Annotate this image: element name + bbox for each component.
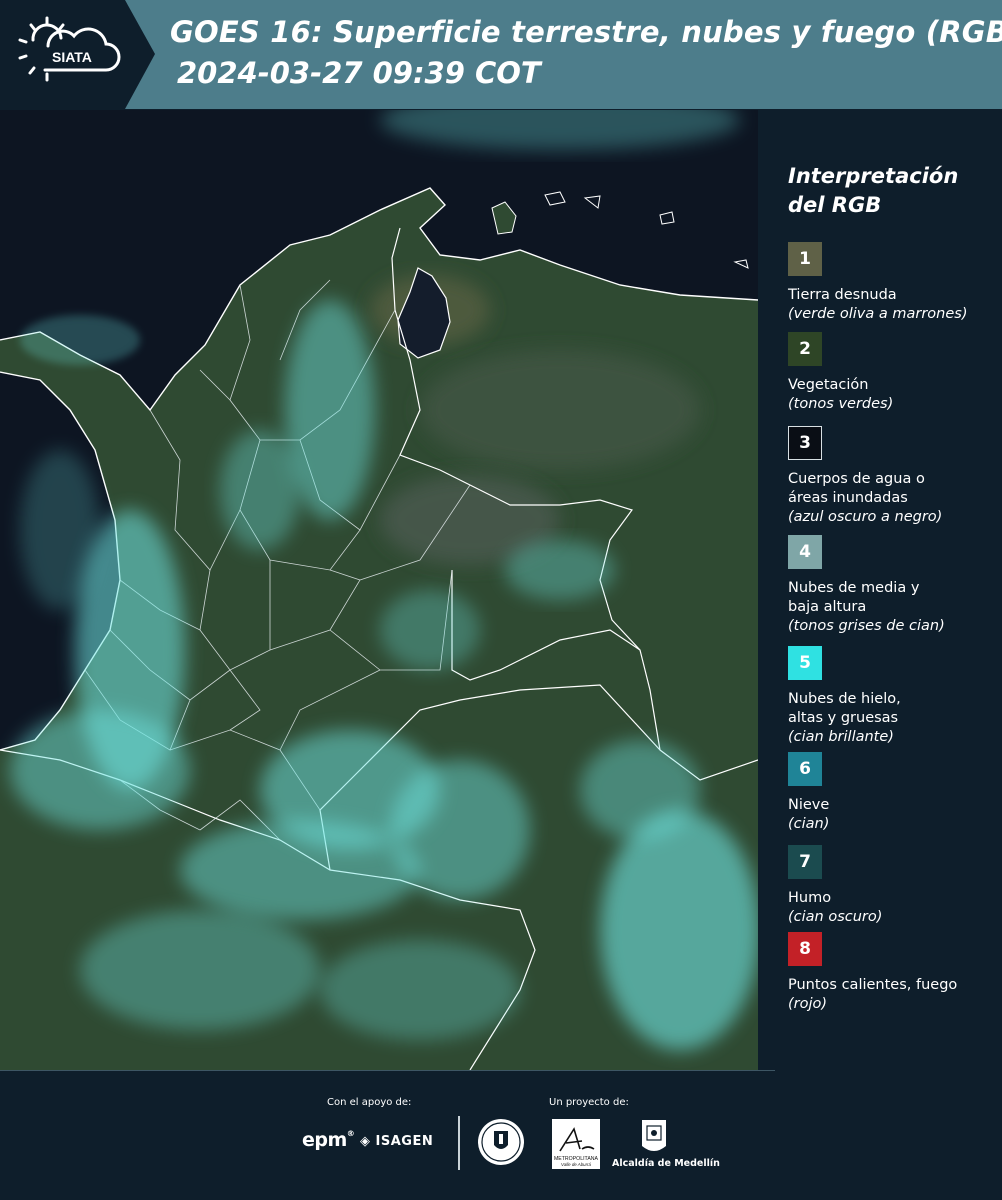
legend-hint: (verde oliva a marrones)	[788, 306, 968, 322]
university-seal-logo	[478, 1119, 524, 1165]
legend-item-5: 5 Nubes de hielo, altas y gruesas (cian br…	[788, 646, 988, 747]
legend-hint: (cian brillante)	[788, 729, 894, 745]
legend-label: Nubes de hielo, altas y gruesas	[788, 691, 901, 726]
isagen-logo: ◈ ISAGEN	[360, 1134, 433, 1149]
rgb-legend: Interpretación del RGB 1 Tierra desnuda (v…	[788, 162, 988, 1012]
legend-item-6: 6 Nieve (cian)	[788, 752, 988, 834]
legend-item-1: 1 Tierra desnuda (verde oliva a marrones)	[788, 242, 988, 324]
area-subname: Valle de Aburrá	[561, 1162, 591, 1167]
legend-label: Puntos calientes, fuego	[788, 977, 958, 993]
legend-hint: (tonos grises de cian)	[788, 618, 945, 634]
area-metropolitana-logo: METROPOLITANA Valle de Aburrá	[552, 1119, 600, 1169]
legend-title: Interpretación del RGB	[788, 164, 959, 217]
legend-hint: (tonos verdes)	[788, 396, 894, 412]
legend-item-7: 7 Humo (cian oscuro)	[788, 845, 988, 927]
epm-logo: epm®	[302, 1129, 355, 1151]
legend-label: Humo	[788, 890, 832, 906]
alcaldia-label: Alcaldía de Medellín	[612, 1158, 720, 1169]
legend-swatch-1: 1	[788, 242, 822, 276]
legend-item-3: 3 Cuerpos de agua o áreas inundadas (azul …	[788, 426, 988, 527]
support-label: Con el apoyo de:	[327, 1097, 412, 1108]
legend-label: Cuerpos de agua o áreas inundadas	[788, 471, 925, 506]
legend-item-4: 4 Nubes de media y baja altura (tonos gris…	[788, 535, 988, 636]
legend-swatch-7: 7	[788, 845, 822, 879]
footer-divider-line	[0, 1070, 775, 1071]
legend-hint: (azul oscuro a negro)	[788, 509, 943, 525]
legend-swatch-6: 6	[788, 752, 822, 786]
legend-item-8: 8 Puntos calientes, fuego (rojo)	[788, 932, 988, 1014]
legend-label: Nubes de media y baja altura	[788, 580, 920, 615]
legend-swatch-4: 4	[788, 535, 822, 569]
legend-item-2: 2 Vegetación (tonos verdes)	[788, 332, 988, 414]
plains-area	[420, 350, 700, 470]
legend-swatch-8: 8	[788, 932, 822, 966]
legend-label: Nieve	[788, 797, 830, 813]
project-label: Un proyecto de:	[549, 1097, 629, 1108]
map-timestamp: 2024-03-27 09:39 COT	[177, 56, 541, 90]
footer-separator	[458, 1116, 460, 1170]
legend-hint: (rojo)	[788, 996, 828, 1012]
legend-swatch-2: 2	[788, 332, 822, 366]
satellite-map[interactable]	[0, 110, 758, 1070]
legend-hint: (cian oscuro)	[788, 909, 883, 925]
logo-text: SIATA	[52, 49, 92, 65]
isagen-mark-icon: ◈	[360, 1134, 371, 1149]
legend-label: Tierra desnuda	[788, 287, 897, 303]
isagen-text: ISAGEN	[375, 1134, 434, 1149]
legend-swatch-5: 5	[788, 646, 822, 680]
map-title: GOES 16: Superficie terrestre, nubes y f…	[170, 15, 1002, 49]
siata-logo: SIATA	[0, 0, 155, 109]
legend-label: Vegetación	[788, 377, 869, 393]
legend-hint: (cian)	[788, 816, 830, 832]
epm-text: epm	[302, 1129, 347, 1151]
legend-swatch-3: 3	[788, 426, 822, 460]
